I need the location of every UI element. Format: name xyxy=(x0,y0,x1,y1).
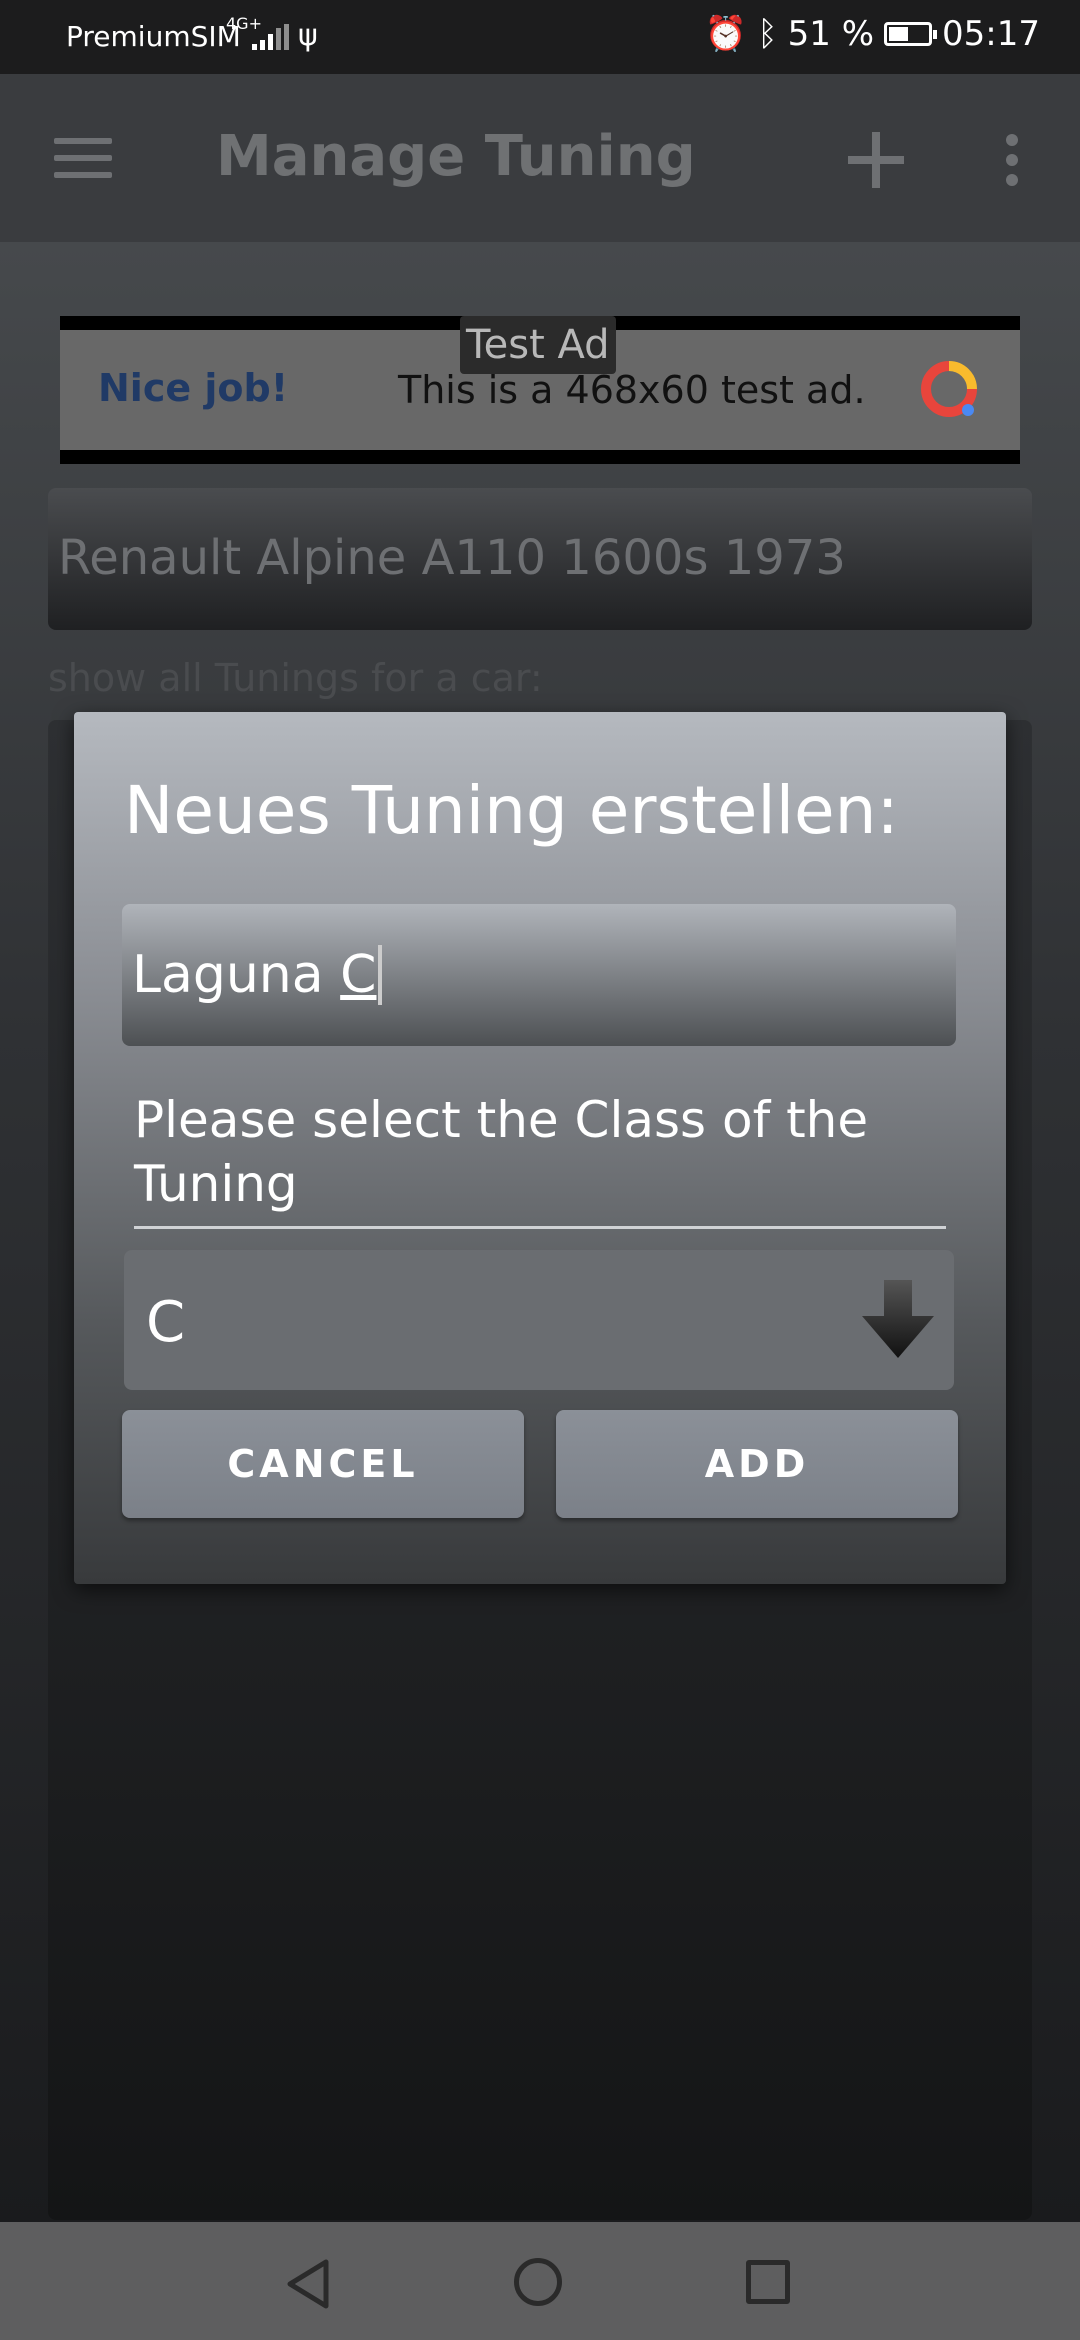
arrow-down-icon xyxy=(862,1280,934,1358)
carrier-name: PremiumSIM xyxy=(66,20,241,53)
battery-icon xyxy=(884,22,938,46)
status-bar: PremiumSIM 4G+ ψ ⏰ ᛒ 51 % 05:17 xyxy=(0,0,1080,74)
usb-icon: ψ xyxy=(298,18,318,53)
show-all-label: show all Tunings for a car: xyxy=(48,656,543,700)
battery-percent: 51 % xyxy=(787,14,875,54)
home-icon[interactable] xyxy=(514,2258,562,2306)
class-dropdown[interactable]: C xyxy=(124,1250,954,1390)
name-input-text: Laguna xyxy=(132,945,341,1005)
new-tuning-dialog: Neues Tuning erstellen: Laguna C Please … xyxy=(74,712,1006,1584)
tuning-name-input[interactable]: Laguna C xyxy=(122,904,956,1046)
add-button[interactable]: ADD xyxy=(556,1410,958,1518)
dialog-title: Neues Tuning erstellen: xyxy=(124,772,899,849)
ad-headline[interactable]: Nice job! xyxy=(98,366,288,410)
cancel-button[interactable]: CANCEL xyxy=(122,1410,524,1518)
menu-icon[interactable] xyxy=(54,138,112,178)
navigation-bar xyxy=(0,2222,1080,2340)
class-label: Please select the Class of the Tuning xyxy=(134,1088,946,1229)
text-caret xyxy=(378,945,383,1005)
recent-apps-icon[interactable] xyxy=(746,2260,790,2304)
signal-icon xyxy=(252,24,289,50)
ad-label: Test Ad xyxy=(460,316,616,374)
clock: 05:17 xyxy=(942,14,1040,54)
name-input-underlined: C xyxy=(340,945,377,1005)
bluetooth-icon: ᛒ xyxy=(757,14,778,54)
class-dropdown-value: C xyxy=(146,1290,186,1355)
plus-icon[interactable] xyxy=(848,132,904,188)
alarm-icon: ⏰ xyxy=(704,14,748,54)
back-icon[interactable] xyxy=(284,2258,332,2310)
page-title: Manage Tuning xyxy=(216,124,696,189)
more-vert-icon[interactable] xyxy=(1006,134,1020,186)
selected-car: Renault Alpine A110 1600s 1973 xyxy=(58,530,846,586)
app-bar: Manage Tuning xyxy=(0,74,1080,242)
ad-text[interactable]: This is a 468x60 test ad. xyxy=(398,368,866,412)
ad-logo-icon xyxy=(921,361,977,417)
car-selector[interactable]: Renault Alpine A110 1600s 1973 xyxy=(48,488,1032,630)
